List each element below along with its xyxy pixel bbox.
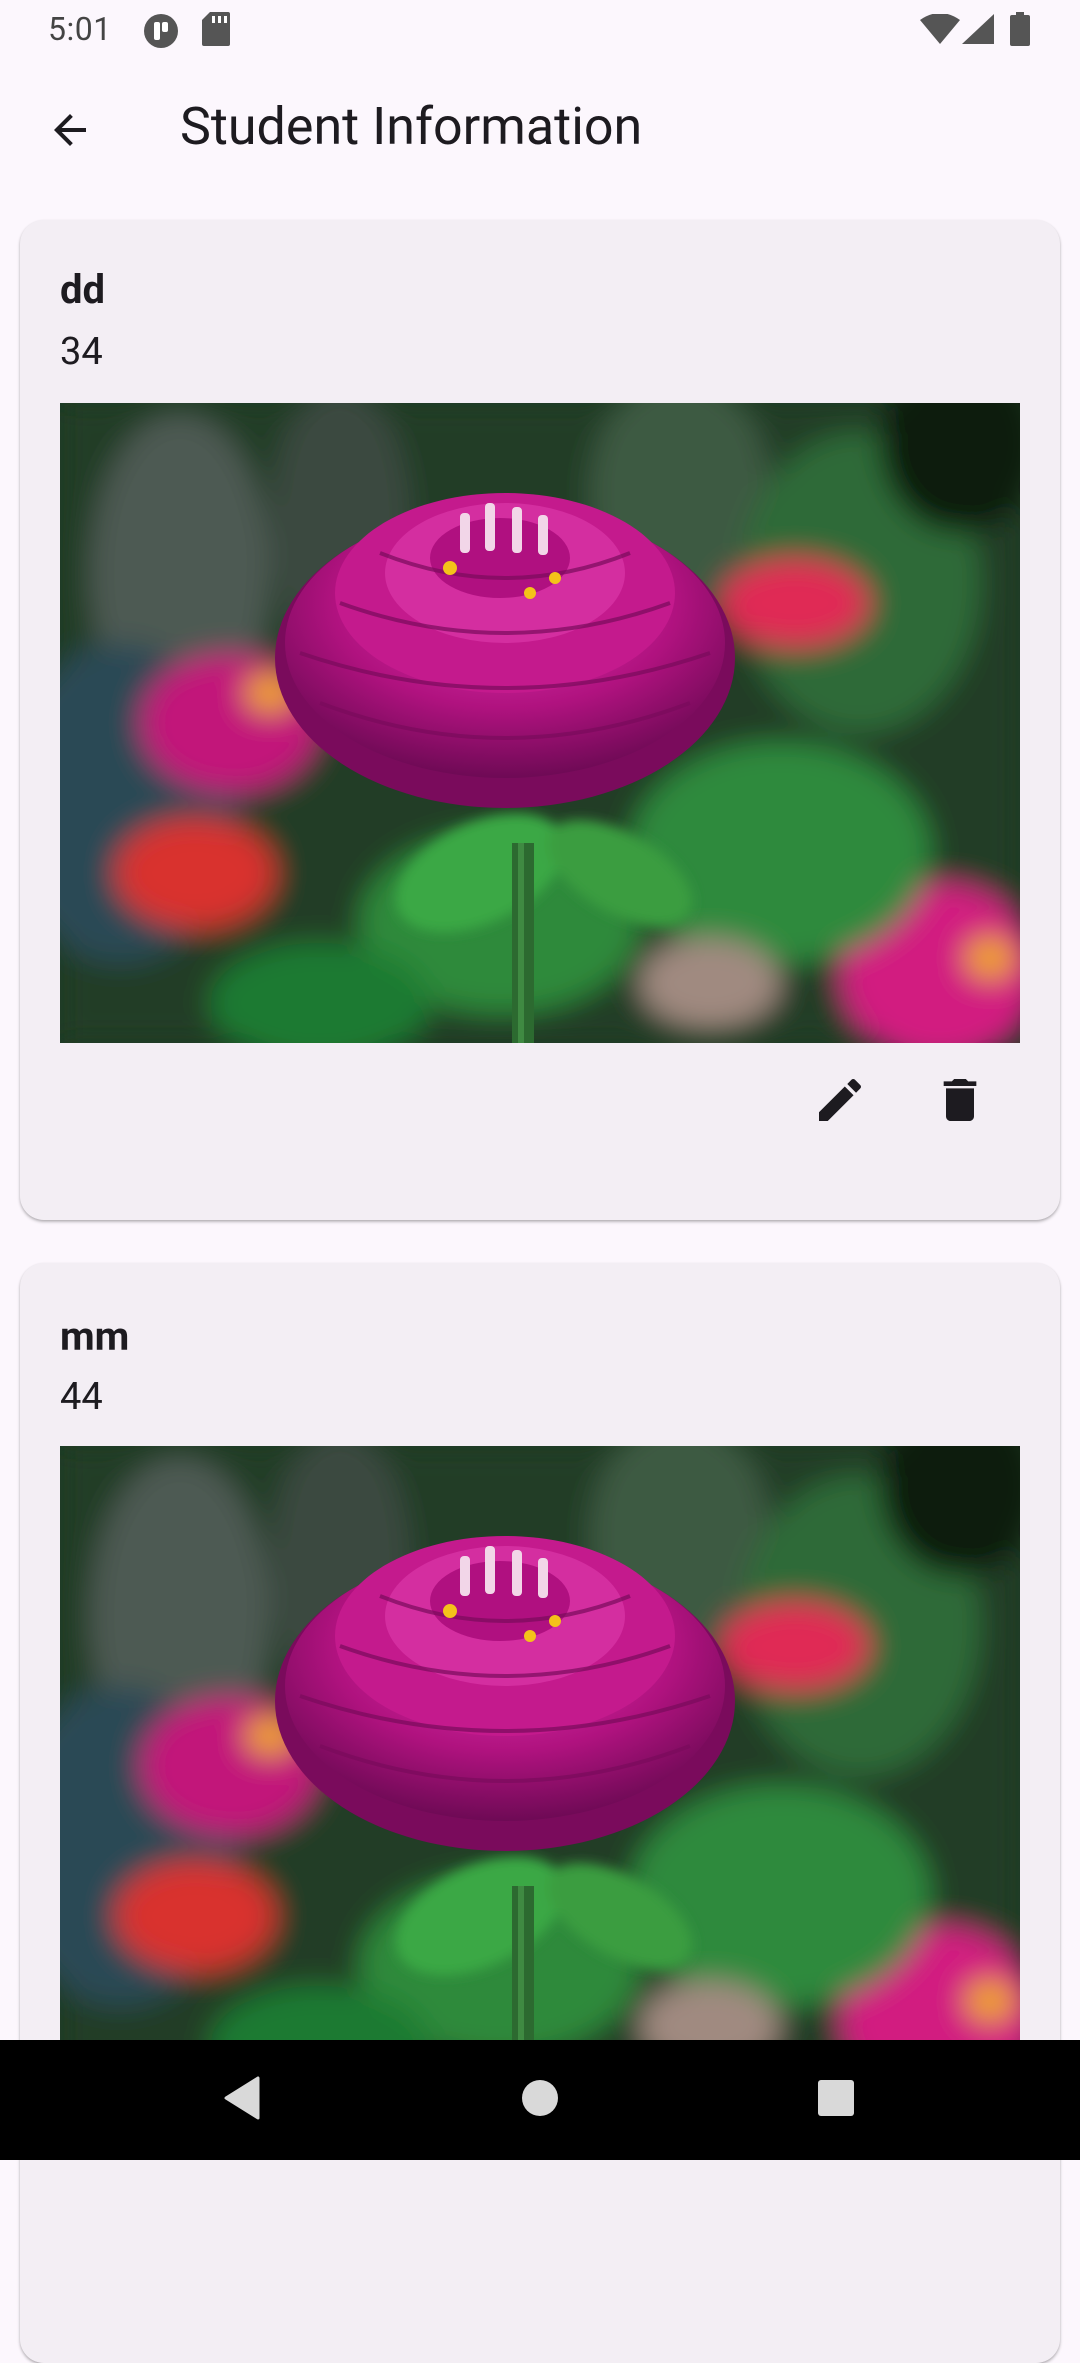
square-recents-icon: [817, 2079, 855, 2121]
nav-home-button[interactable]: [510, 2070, 570, 2130]
nav-recents-button[interactable]: [806, 2070, 866, 2130]
sd-card-icon: [202, 12, 230, 50]
student-card: mm 44: [20, 1263, 1060, 2363]
trash-icon: [932, 1072, 988, 1132]
student-card: dd 34: [20, 220, 1060, 1220]
student-photo: [60, 403, 1020, 1043]
cell-signal-icon: [962, 14, 994, 48]
triangle-back-icon: [222, 2076, 262, 2124]
wifi-icon: [920, 13, 960, 48]
back-button[interactable]: [40, 102, 100, 162]
page-title: Student Information: [180, 96, 643, 157]
arrow-back-icon: [46, 106, 94, 158]
app-notification-icon: [142, 12, 180, 54]
pencil-icon: [812, 1072, 868, 1132]
status-bar: 5:01: [0, 0, 1080, 60]
student-photo: [60, 1446, 1020, 2086]
battery-icon: [1010, 12, 1030, 50]
delete-button[interactable]: [928, 1070, 992, 1134]
nav-back-button[interactable]: [212, 2070, 272, 2130]
top-app-bar: Student Information: [0, 60, 1080, 200]
student-age: 44: [60, 1375, 103, 1419]
system-navigation-bar: [0, 2040, 1080, 2160]
student-age: 34: [60, 330, 103, 374]
circle-home-icon: [520, 2078, 560, 2122]
student-name: dd: [60, 266, 106, 313]
student-name: mm: [60, 1313, 130, 1360]
status-time: 5:01: [48, 10, 112, 48]
edit-button[interactable]: [808, 1070, 872, 1134]
